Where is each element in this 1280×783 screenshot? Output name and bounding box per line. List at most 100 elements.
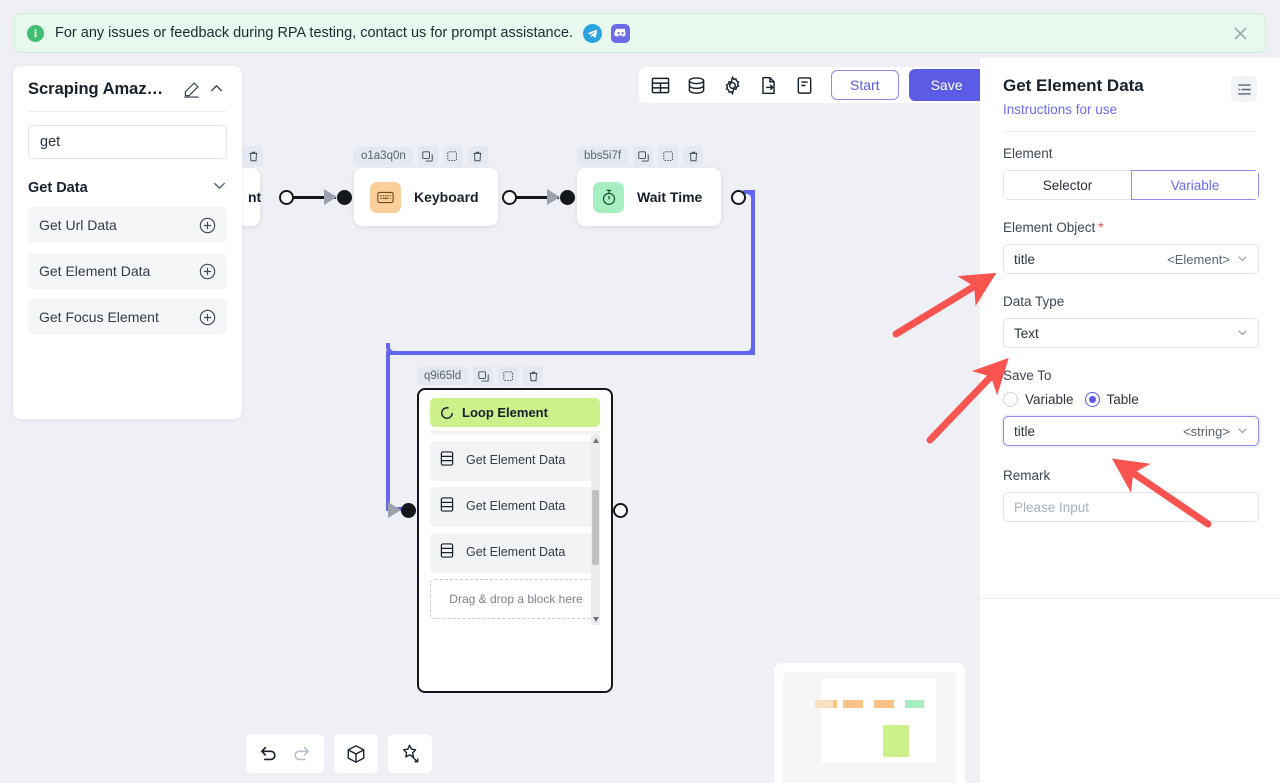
panel-divider	[28, 111, 227, 112]
loop-item[interactable]: Get Element Data	[430, 487, 600, 527]
plus-circle-icon[interactable]	[199, 309, 216, 326]
duplicate-icon[interactable]	[442, 146, 463, 166]
block-label: Get Focus Element	[39, 309, 159, 325]
loop-item[interactable]: Get Element Data	[430, 441, 600, 481]
block-item-get-url-data[interactable]: Get Url Data	[28, 207, 227, 243]
remark-input[interactable]: Please Input	[1003, 492, 1259, 522]
redo-icon[interactable]	[288, 740, 316, 768]
block-item-get-focus-element[interactable]: Get Focus Element	[28, 299, 227, 335]
delete-icon[interactable]	[467, 146, 488, 166]
package-icon[interactable]	[342, 740, 370, 768]
canvas-node-loop-element[interactable]: Loop Element Get Element Data Get Elemen…	[417, 388, 613, 693]
block-label: Get Element Data	[39, 263, 151, 279]
gear-icon[interactable]	[717, 70, 747, 100]
group-label: Get Data	[28, 179, 88, 196]
edge-arrow-2	[547, 189, 560, 205]
delete-icon[interactable]	[243, 146, 263, 166]
chevron-down-icon[interactable]	[1237, 252, 1248, 267]
magic-wand-icon[interactable]	[396, 740, 424, 768]
loop-header[interactable]: Loop Element	[430, 398, 600, 427]
delete-icon[interactable]	[683, 146, 704, 166]
loop-body[interactable]: Get Element Data Get Element Data Get El…	[430, 431, 600, 626]
instructions-link[interactable]: Instructions for use	[1003, 102, 1144, 117]
search-input[interactable]	[28, 125, 227, 159]
loop-item-label: Get Element Data	[466, 499, 566, 514]
chevron-down-icon[interactable]	[212, 178, 227, 197]
pencil-icon[interactable]	[183, 81, 201, 99]
scroll-up-arrow-icon[interactable]	[593, 438, 599, 443]
database-icon	[440, 497, 455, 517]
block-label: Get Url Data	[39, 217, 117, 233]
discord-icon[interactable]	[610, 23, 630, 43]
list-settings-icon[interactable]	[1231, 76, 1257, 102]
export-file-icon[interactable]	[753, 70, 783, 100]
tab-selector[interactable]: Selector	[1003, 170, 1131, 200]
port-out-loop[interactable]	[613, 503, 628, 518]
canvas-minimap[interactable]	[774, 663, 965, 783]
block-item-get-element-data[interactable]: Get Element Data	[28, 253, 227, 289]
duplicate-icon[interactable]	[658, 146, 679, 166]
plus-circle-icon[interactable]	[199, 217, 216, 234]
log-icon[interactable]	[789, 70, 819, 100]
canvas-top-toolbar: Start Save	[639, 67, 991, 103]
loop-scroll-thumb[interactable]	[592, 490, 599, 565]
copy-icon[interactable]	[633, 146, 654, 166]
duplicate-icon[interactable]	[498, 366, 519, 386]
required-marker: *	[1098, 220, 1104, 235]
blocks-panel-header: Scraping Amaz…	[28, 80, 227, 99]
node-id: bbs5i7f	[577, 147, 629, 165]
save-to-label: Save To	[1003, 368, 1052, 383]
banner-close-button[interactable]	[1227, 20, 1253, 46]
data-type-select[interactable]: Text	[1003, 318, 1259, 348]
save-button[interactable]: Save	[908, 69, 985, 101]
loop-item-clipped[interactable]	[430, 431, 600, 435]
canvas-node-keyboard[interactable]: Keyboard	[354, 168, 498, 226]
undo-icon[interactable]	[254, 740, 282, 768]
start-button[interactable]: Start	[831, 70, 899, 100]
scroll-down-arrow-icon[interactable]	[593, 617, 599, 622]
port-out-partial[interactable]	[279, 190, 294, 205]
copy-icon[interactable]	[473, 366, 494, 386]
table-icon[interactable]	[645, 70, 675, 100]
loop-scroll-area[interactable]: Get Element Data Get Element Data Get El…	[430, 431, 600, 619]
loop-item[interactable]: Get Element Data	[430, 533, 600, 573]
element-object-select[interactable]: title <Element>	[1003, 244, 1259, 274]
remark-placeholder: Please Input	[1014, 499, 1090, 515]
delete-icon[interactable]	[523, 366, 544, 386]
save-to-type: <string>	[1183, 423, 1230, 439]
loop-drop-zone[interactable]: Drag & drop a block here	[430, 579, 600, 619]
loop-scrollbar[interactable]	[591, 435, 600, 625]
element-object-type: <Element>	[1167, 251, 1230, 267]
loop-drop-hint: Drag & drop a block here	[449, 592, 583, 606]
data-type-value: Text	[1014, 325, 1039, 341]
chevron-down-icon[interactable]	[1237, 424, 1248, 439]
radio-variable[interactable]: Variable	[1003, 392, 1074, 407]
element-object-label-text: Element Object	[1003, 220, 1096, 235]
minimap-node-chip	[815, 700, 833, 708]
minimap-node-chip	[874, 700, 894, 708]
radio-dot[interactable]	[1084, 392, 1100, 407]
chevron-down-icon[interactable]	[1237, 326, 1248, 341]
port-in-keyboard[interactable]	[337, 190, 352, 205]
telegram-icon[interactable]	[582, 23, 602, 43]
group-header-get-data[interactable]: Get Data	[28, 178, 227, 197]
element-object-value: title	[1014, 251, 1036, 267]
port-in-loop[interactable]	[401, 503, 416, 518]
port-in-waittime[interactable]	[560, 190, 575, 205]
radio-table[interactable]: Table	[1084, 392, 1139, 407]
node-label: nt	[248, 189, 262, 205]
copy-icon[interactable]	[417, 146, 438, 166]
radio-label: Table	[1106, 392, 1139, 407]
minimap-inner	[783, 672, 956, 783]
loop-icon	[441, 406, 453, 419]
save-to-select[interactable]: title <string>	[1003, 416, 1259, 446]
port-out-keyboard[interactable]	[502, 190, 517, 205]
tab-variable[interactable]: Variable	[1131, 170, 1259, 200]
database-icon[interactable]	[681, 70, 711, 100]
plus-circle-icon[interactable]	[199, 263, 216, 280]
panel-bottom-divider	[980, 598, 1280, 599]
radio-dot[interactable]	[1003, 392, 1018, 407]
chevron-up-icon[interactable]	[209, 81, 227, 99]
canvas-node-wait-time[interactable]: Wait Time	[577, 168, 721, 226]
port-out-waittime[interactable]	[731, 190, 746, 205]
